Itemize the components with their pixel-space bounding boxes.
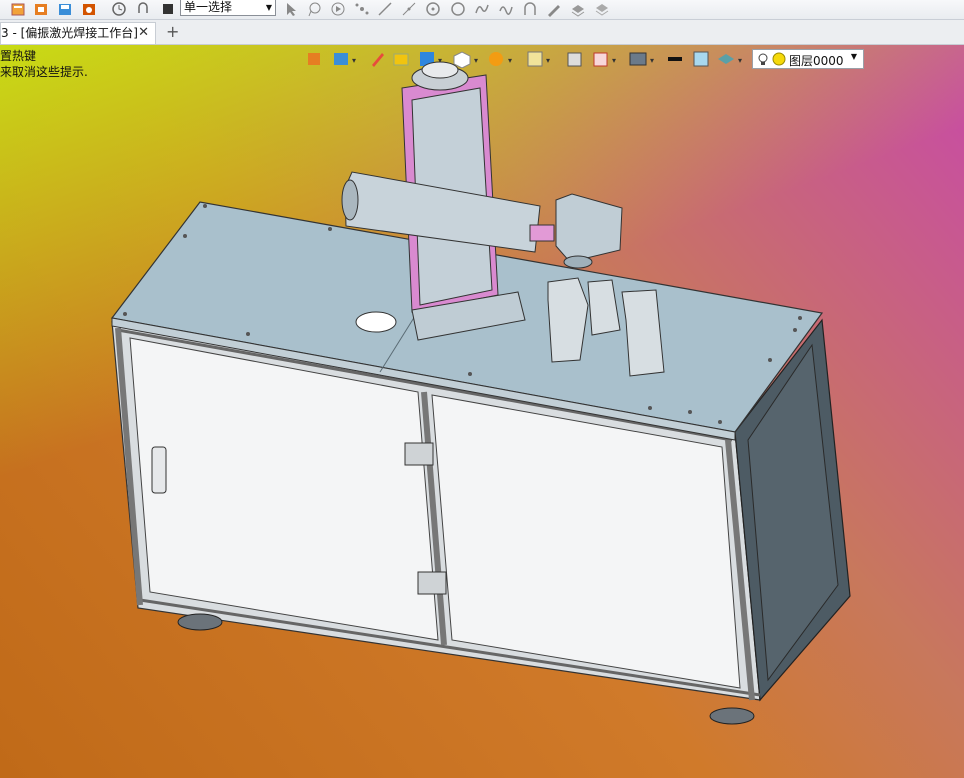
arc-icon[interactable] <box>522 1 538 17</box>
pointer-icon[interactable] <box>283 1 299 17</box>
wave-icon[interactable] <box>498 1 514 17</box>
node-icon[interactable] <box>354 1 370 17</box>
pen-icon[interactable] <box>546 1 562 17</box>
open-icon[interactable] <box>33 1 49 17</box>
file-icon[interactable] <box>10 1 26 17</box>
3d-viewport[interactable]: 置热键 来取消这些提示. ▾ ▾ ▾ ▾ ▾ ▾ ▾ ▾ 图层0000 ▼ <box>0 45 964 778</box>
polygon-icon[interactable] <box>450 1 466 17</box>
close-icon[interactable]: ✕ <box>138 23 149 43</box>
selection-mode-select[interactable]: 单一选择 ▼ <box>180 0 276 16</box>
line-icon[interactable] <box>377 1 393 17</box>
layers-icon[interactable] <box>570 1 586 17</box>
lasso-icon[interactable] <box>306 1 322 17</box>
save-icon[interactable] <box>57 1 73 17</box>
stack-icon[interactable] <box>594 1 610 17</box>
tab-document[interactable]: 3 - [偏振激光焊接工作台] ✕ <box>0 22 156 44</box>
laser-welding-workstation-model[interactable] <box>0 45 964 778</box>
add-tab-button[interactable]: + <box>166 22 179 41</box>
stop-icon[interactable] <box>160 1 176 17</box>
undo-icon[interactable] <box>135 1 151 17</box>
document-tab-bar: 3 - [偏振激光焊接工作台] ✕ <box>0 20 964 45</box>
selection-mode-value: 单一选择 <box>184 0 233 14</box>
curve-icon[interactable] <box>474 1 490 17</box>
tab-label: 3 - [偏振激光焊接工作台] <box>1 26 138 40</box>
export-icon[interactable] <box>81 1 97 17</box>
main-toolbar: 单一选择 ▼ <box>0 0 964 20</box>
circle-icon[interactable] <box>425 1 441 17</box>
rotate-icon[interactable] <box>111 1 127 17</box>
polyline-icon[interactable] <box>401 1 417 17</box>
chevron-down-icon: ▼ <box>265 3 272 12</box>
play-icon[interactable] <box>330 1 346 17</box>
